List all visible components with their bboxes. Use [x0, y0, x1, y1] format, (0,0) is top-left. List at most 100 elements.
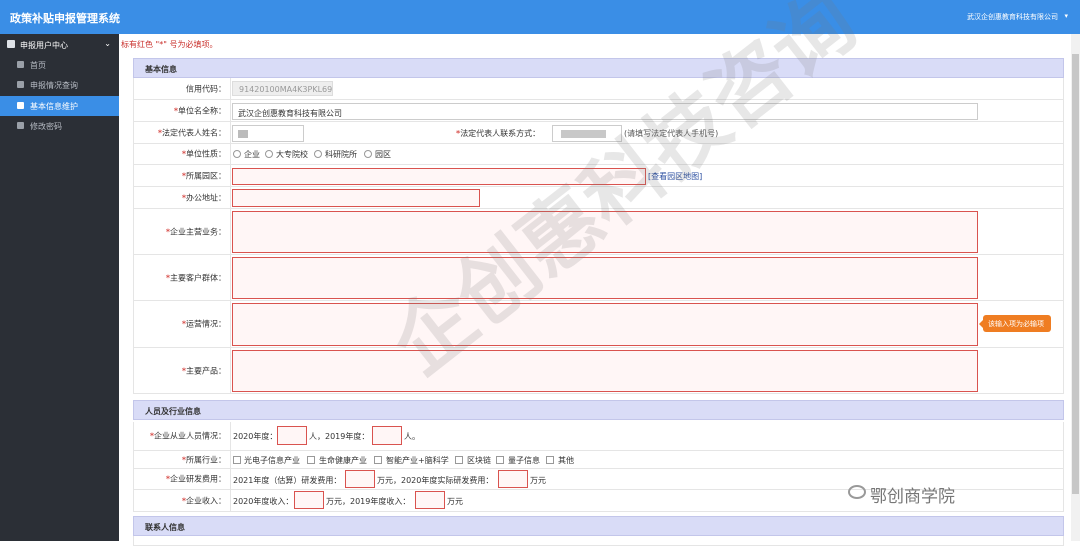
rnd-2020-label: 万元，2020年度实际研发费用： [377, 476, 494, 485]
products-label: *主要产品： [181, 366, 226, 375]
company-name[interactable]: 武汉企创惠教育科技有限公司 [967, 12, 1058, 22]
checkbox-life-health[interactable] [307, 456, 315, 464]
income-unit: 万元 [447, 497, 463, 506]
checkbox-optoelectronics[interactable] [233, 456, 241, 464]
app-title: 政策补贴申报管理系统 [10, 12, 120, 25]
checkbox-quantum[interactable] [496, 456, 504, 464]
customers-label: *主要客户群体： [165, 273, 226, 282]
address-label: *办公地址： [181, 193, 226, 202]
row-products: *主要产品： [133, 348, 1064, 394]
section-title: 联系人信息 [145, 523, 185, 532]
income-2020-label: 2020年度收入： [233, 497, 294, 506]
unit-nature-label: *单位性质： [181, 149, 226, 159]
radio-label: 科研院所 [325, 150, 357, 159]
staff-2020-input[interactable] [277, 426, 307, 445]
sidebar-item-label: 基本信息维护 [30, 102, 78, 111]
sidebar-item-query[interactable]: 申报情况查询 [0, 75, 119, 95]
section-basic-info: 基本信息 [133, 58, 1064, 78]
radio-institute[interactable] [314, 150, 322, 158]
checkbox-label: 光电子信息产业 [244, 456, 300, 465]
sidebar-header-label: 申报用户中心 [20, 41, 68, 50]
rnd-2020-input[interactable] [498, 470, 528, 488]
page-scrollbar[interactable] [1071, 34, 1080, 541]
sidebar-item-basic-info[interactable]: 基本信息维护 [0, 96, 119, 116]
products-textarea[interactable] [232, 350, 978, 392]
radio-park[interactable] [364, 150, 372, 158]
sector-label: *所属行业： [181, 455, 226, 464]
operation-label: *运营情况： [181, 319, 226, 329]
row-company-name: *单位名全称： 武汉企创惠教育科技有限公司 [133, 100, 1064, 122]
checkbox-blockchain[interactable] [455, 456, 463, 464]
legal-name-input[interactable] [232, 125, 304, 142]
radio-enterprise[interactable] [233, 150, 241, 158]
radio-label: 企业 [244, 150, 260, 159]
operation-textarea[interactable] [232, 303, 978, 346]
field-label: *法定代表人姓名： [134, 122, 231, 143]
section-title: 基本信息 [145, 65, 177, 74]
section-industry-info: 人员及行业信息 [133, 400, 1064, 420]
field-label: *运营情况： [134, 301, 231, 347]
company-name-label: *单位名全称： [173, 106, 226, 115]
field-label: *主要产品： [134, 348, 231, 393]
radio-label: 大专院校 [276, 150, 308, 159]
staff-2019-input[interactable] [372, 426, 402, 445]
rnd-label: *企业研发费用： [165, 474, 226, 484]
checkbox-smart-brain[interactable] [374, 456, 382, 464]
row-staff: *企业从业人员情况： 2020年度： 人，2019年度： 人。 [133, 422, 1064, 451]
field-label: *办公地址： [134, 187, 231, 208]
field-label: *单位名全称： [134, 100, 231, 121]
staff-2019-label: 人，2019年度： [309, 432, 370, 441]
rnd-2021-label: 2021年度（估算）研发费用： [233, 476, 342, 485]
section-contact-info: 联系人信息 [133, 516, 1064, 536]
sidebar-item-label: 修改密码 [30, 122, 62, 131]
checkbox-label: 区块链 [467, 456, 491, 465]
rnd-unit: 万元 [530, 476, 546, 485]
income-2020-input[interactable] [294, 491, 324, 509]
sidebar-item-password[interactable]: 修改密码 [0, 116, 119, 136]
checkbox-label: 生命健康产业 [319, 456, 367, 465]
field-label: *所属行业： [134, 451, 231, 468]
income-label: *企业收入： [181, 496, 226, 505]
section-title: 人员及行业信息 [145, 407, 201, 416]
user-center-icon [7, 40, 15, 48]
row-sector: *所属行业： 光电子信息产业 生命健康产业 智能产业+脑科学 区块链 量子信息 … [133, 451, 1064, 469]
menu-item-icon [17, 122, 24, 129]
row-contact-partial [133, 536, 1064, 546]
checkbox-label: 其他 [558, 456, 574, 465]
menu-item-icon [17, 61, 24, 68]
legal-name-label: *法定代表人姓名： [157, 128, 226, 137]
credit-code-value: 91420100MA4K3PKL69 [239, 85, 333, 94]
credit-code-input: 91420100MA4K3PKL69 [232, 81, 333, 96]
field-label: 信用代码： [134, 78, 231, 99]
required-tooltip: 该输入项为必输项 [979, 315, 1051, 332]
radio-label: 园区 [375, 150, 391, 159]
chevron-down-icon: ⌄ [104, 39, 111, 48]
field-label: *企业收入： [134, 490, 231, 511]
field-label: *所属园区： [134, 165, 231, 186]
address-input[interactable] [232, 189, 480, 207]
field-label: *单位性质： [134, 144, 231, 164]
chevron-down-icon[interactable]: ▾ [1064, 12, 1068, 20]
menu-item-icon [17, 102, 24, 109]
rnd-2021-input[interactable] [345, 470, 375, 488]
sidebar-header[interactable]: 申报用户中心 ⌄ [0, 34, 119, 55]
field-label: *企业主营业务： [134, 209, 231, 254]
credit-code-label: 信用代码： [186, 84, 226, 93]
park-label: *所属园区： [181, 171, 226, 180]
sidebar-item-home[interactable]: 首页 [0, 55, 119, 75]
legal-contact-label: *法定代表人联系方式： [456, 129, 541, 138]
row-operation: *运营情况： [133, 301, 1064, 348]
income-2019-label: 万元，2019年度收入： [326, 497, 411, 506]
redacted-value [238, 130, 248, 138]
company-name-value: 武汉企创惠教育科技有限公司 [238, 109, 342, 118]
radio-college[interactable] [265, 150, 273, 158]
field-label: *企业研发费用： [134, 469, 231, 489]
sidebar-item-label: 首页 [30, 61, 46, 70]
checkbox-other[interactable] [546, 456, 554, 464]
sidebar-item-label: 申报情况查询 [30, 81, 78, 90]
scrollbar-thumb[interactable] [1072, 54, 1079, 494]
checkbox-label: 智能产业+脑科学 [386, 456, 449, 465]
income-2019-input[interactable] [415, 491, 445, 509]
checkbox-label: 量子信息 [508, 456, 540, 465]
brand-watermark: 鄂创商学院 [870, 487, 955, 507]
